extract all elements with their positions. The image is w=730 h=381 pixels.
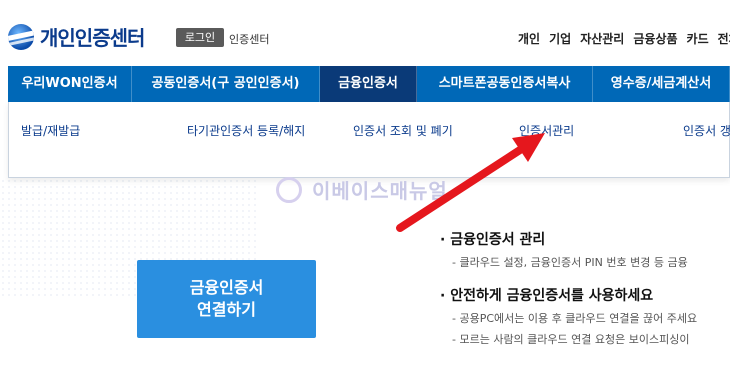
watermark-text: 이베이스매뉴얼 — [312, 179, 448, 203]
section-title-manage: · 금융인증서 관리 — [440, 232, 546, 248]
top-nav-products[interactable]: 금융상품 — [633, 30, 677, 47]
tab-joint-cert[interactable]: 공동인증서(구 공인인증서) — [132, 66, 320, 102]
section-desc-manage: - 클라우드 설정, 금융인증서 PIN 번호 변경 등 금융 — [452, 256, 688, 269]
tab-won-cert[interactable]: 우리WON인증서 — [8, 66, 132, 102]
connect-button-line2: 연결하기 — [197, 300, 256, 319]
watermark: 이베이스매뉴얼 — [276, 175, 448, 204]
cert-center-link[interactable]: 인증센터 — [229, 31, 269, 47]
sub-item-issue[interactable]: 발급/재발급 — [21, 122, 80, 139]
top-nav-asset[interactable]: 자산관리 — [580, 30, 624, 47]
sub-item-view-revoke[interactable]: 인증서 조회 및 폐기 — [353, 122, 453, 139]
site-header: 개인인증센터 로그인 인증센터 개인 기업 자산관리 금융상품 카드 전체 — [0, 0, 730, 66]
watermark-logo-icon — [276, 176, 302, 203]
section-desc-safety-1: - 공용PC에서는 이용 후 클라우드 연결을 끊어 주세요 — [452, 312, 698, 325]
top-nav-personal[interactable]: 개인 — [518, 30, 540, 47]
tab-smartphone-copy[interactable]: 스마트폰공동인증서복사 — [417, 66, 593, 102]
connect-financial-cert-button[interactable]: 금융인증서 연결하기 — [137, 260, 316, 338]
sub-item-renew[interactable]: 인증서 갱 — [683, 122, 730, 139]
site-logo[interactable]: 개인인증센터 — [8, 22, 145, 51]
sub-item-other-cert[interactable]: 타기관인증서 등록/해지 — [187, 122, 305, 139]
top-nav-all[interactable]: 전체 — [718, 30, 730, 47]
top-nav: 개인 기업 자산관리 금융상품 카드 전체 — [518, 30, 730, 47]
sub-menu: 발급/재발급 타기관인증서 등록/해지 인증서 조회 및 폐기 인증서관리 인증… — [8, 102, 730, 178]
section-title-safety: · 안전하게 금융인증서를 사용하세요 — [440, 288, 654, 304]
main-nav: 우리WON인증서 공동인증서(구 공인인증서) 금융인증서 스마트폰공동인증서복… — [8, 66, 730, 102]
bank-logo-icon — [8, 23, 34, 50]
top-nav-business[interactable]: 기업 — [549, 30, 571, 47]
tab-financial-cert[interactable]: 금융인증서 — [320, 66, 417, 102]
top-nav-card[interactable]: 카드 — [687, 30, 709, 47]
login-button[interactable]: 로그인 — [176, 28, 224, 47]
section-desc-safety-2: - 모르는 사람의 클라우드 연결 요청은 보이스피싱이 — [452, 333, 690, 346]
site-title: 개인인증센터 — [40, 26, 145, 50]
connect-button-line1: 금융인증서 — [189, 278, 264, 297]
sub-item-cert-manage[interactable]: 인증서관리 — [519, 122, 574, 139]
tab-receipt[interactable]: 영수증/세금계산서 — [593, 66, 730, 102]
